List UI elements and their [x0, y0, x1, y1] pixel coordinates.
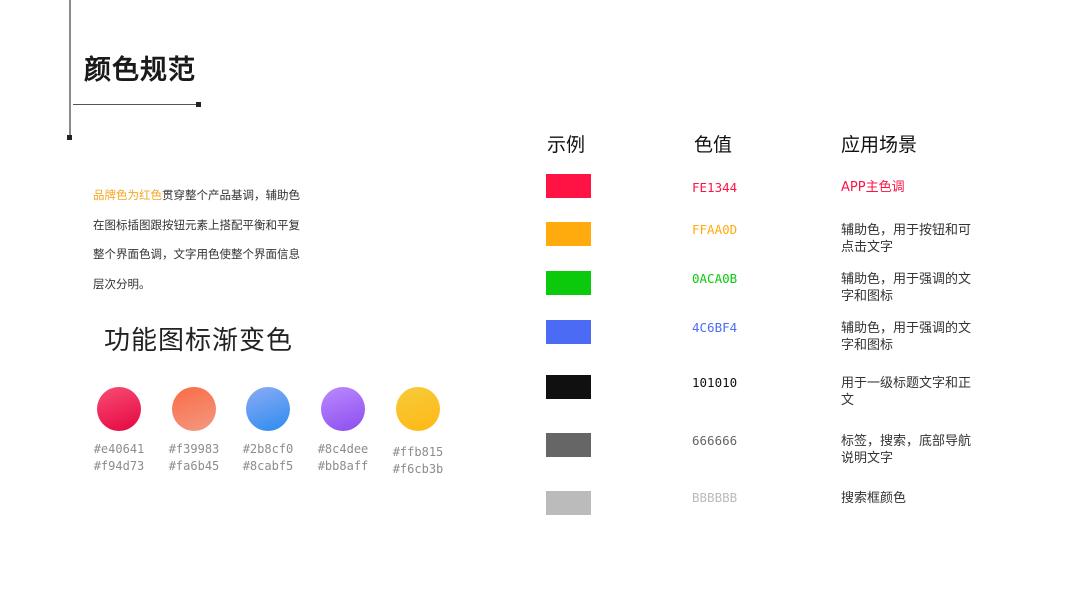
color-hex-value: 0ACA0B: [692, 271, 738, 286]
color-usage: 辅助色，用于强调的文 字和图标: [841, 320, 1001, 354]
color-swatch: [546, 320, 591, 344]
color-usage-line: 搜索框颜色: [841, 491, 907, 506]
color-hex-value: FFAA0D: [692, 222, 738, 237]
description-line-2: 在图标插图跟按钮元素上搭配平衡和平复: [93, 217, 300, 232]
color-usage-line: 点击文字: [841, 240, 894, 255]
color-usage-line: 说明文字: [841, 451, 894, 466]
color-hex-value: FE1344: [692, 180, 738, 195]
color-swatch: [546, 222, 591, 246]
gradient-label: #ffb815 #f6cb3b: [373, 444, 463, 478]
frame-vertical-line: [69, 0, 71, 138]
description-highlight: 品牌色为红色: [93, 188, 162, 202]
description-line-3: 整个界面色调，文字用色使整个界面信息: [93, 247, 300, 261]
title-underline-dot: [196, 102, 201, 107]
gradient-circle: [97, 387, 141, 431]
color-hex-value: 666666: [692, 433, 738, 448]
color-usage-line: 辅助色，用于强调的文: [841, 321, 972, 336]
color-usage: 搜索框颜色: [841, 490, 1001, 507]
color-swatch: [546, 271, 591, 295]
color-usage-line: 用于一级标题文字和正: [841, 376, 972, 391]
header-value: 色值: [694, 134, 733, 156]
color-hex-value: 101010: [692, 375, 738, 390]
gradient-to: #f6cb3b: [392, 462, 444, 476]
gradient-section-title: 功能图标渐变色: [104, 326, 294, 356]
color-swatch: [546, 491, 591, 515]
gradient-from: #ffb815: [392, 445, 444, 459]
description-line-1: 品牌色为红色贯穿整个产品基调，辅助色: [93, 188, 300, 202]
description-line-4: 层次分明。: [93, 276, 151, 291]
color-usage-line: 辅助色，用于按钮和可: [841, 223, 972, 238]
color-usage-line: 辅助色，用于强调的文: [841, 272, 972, 287]
color-usage: 辅助色，用于按钮和可 点击文字: [841, 222, 1001, 256]
color-usage-line: 标签，搜索，底部导航: [841, 434, 972, 449]
color-usage: 用于一级标题文字和正文: [841, 375, 1001, 409]
color-swatch: [546, 174, 591, 198]
color-swatch: [546, 375, 591, 399]
gradient-circle: [321, 387, 365, 431]
color-usage: APP主色调: [841, 179, 1001, 196]
color-usage: 辅助色，用于强调的文 字和图标: [841, 271, 1001, 305]
title-underline: [73, 104, 199, 105]
gradient-circle: [396, 387, 440, 431]
color-hex-value: BBBBBB: [692, 490, 738, 505]
frame-vertical-dot: [67, 135, 72, 140]
gradient-circle: [246, 387, 290, 431]
color-usage-line: 字和图标: [841, 289, 894, 304]
header-usage: 应用场景: [841, 134, 918, 156]
page-title: 颜色规范: [84, 55, 196, 86]
color-usage: 标签，搜索，底部导航 说明文字: [841, 433, 1001, 467]
gradient-circle: [172, 387, 216, 431]
color-usage-line: 文: [841, 393, 855, 408]
color-usage-line: 字和图标: [841, 338, 894, 353]
color-hex-value: 4C6BF4: [692, 320, 738, 335]
color-swatch: [546, 433, 591, 457]
description: 品牌色为红色贯穿整个产品基调，辅助色 在图标插图跟按钮元素上搭配平衡和平复 整个…: [93, 181, 313, 299]
color-usage-line: APP主色调: [841, 180, 905, 195]
header-example: 示例: [547, 134, 586, 156]
